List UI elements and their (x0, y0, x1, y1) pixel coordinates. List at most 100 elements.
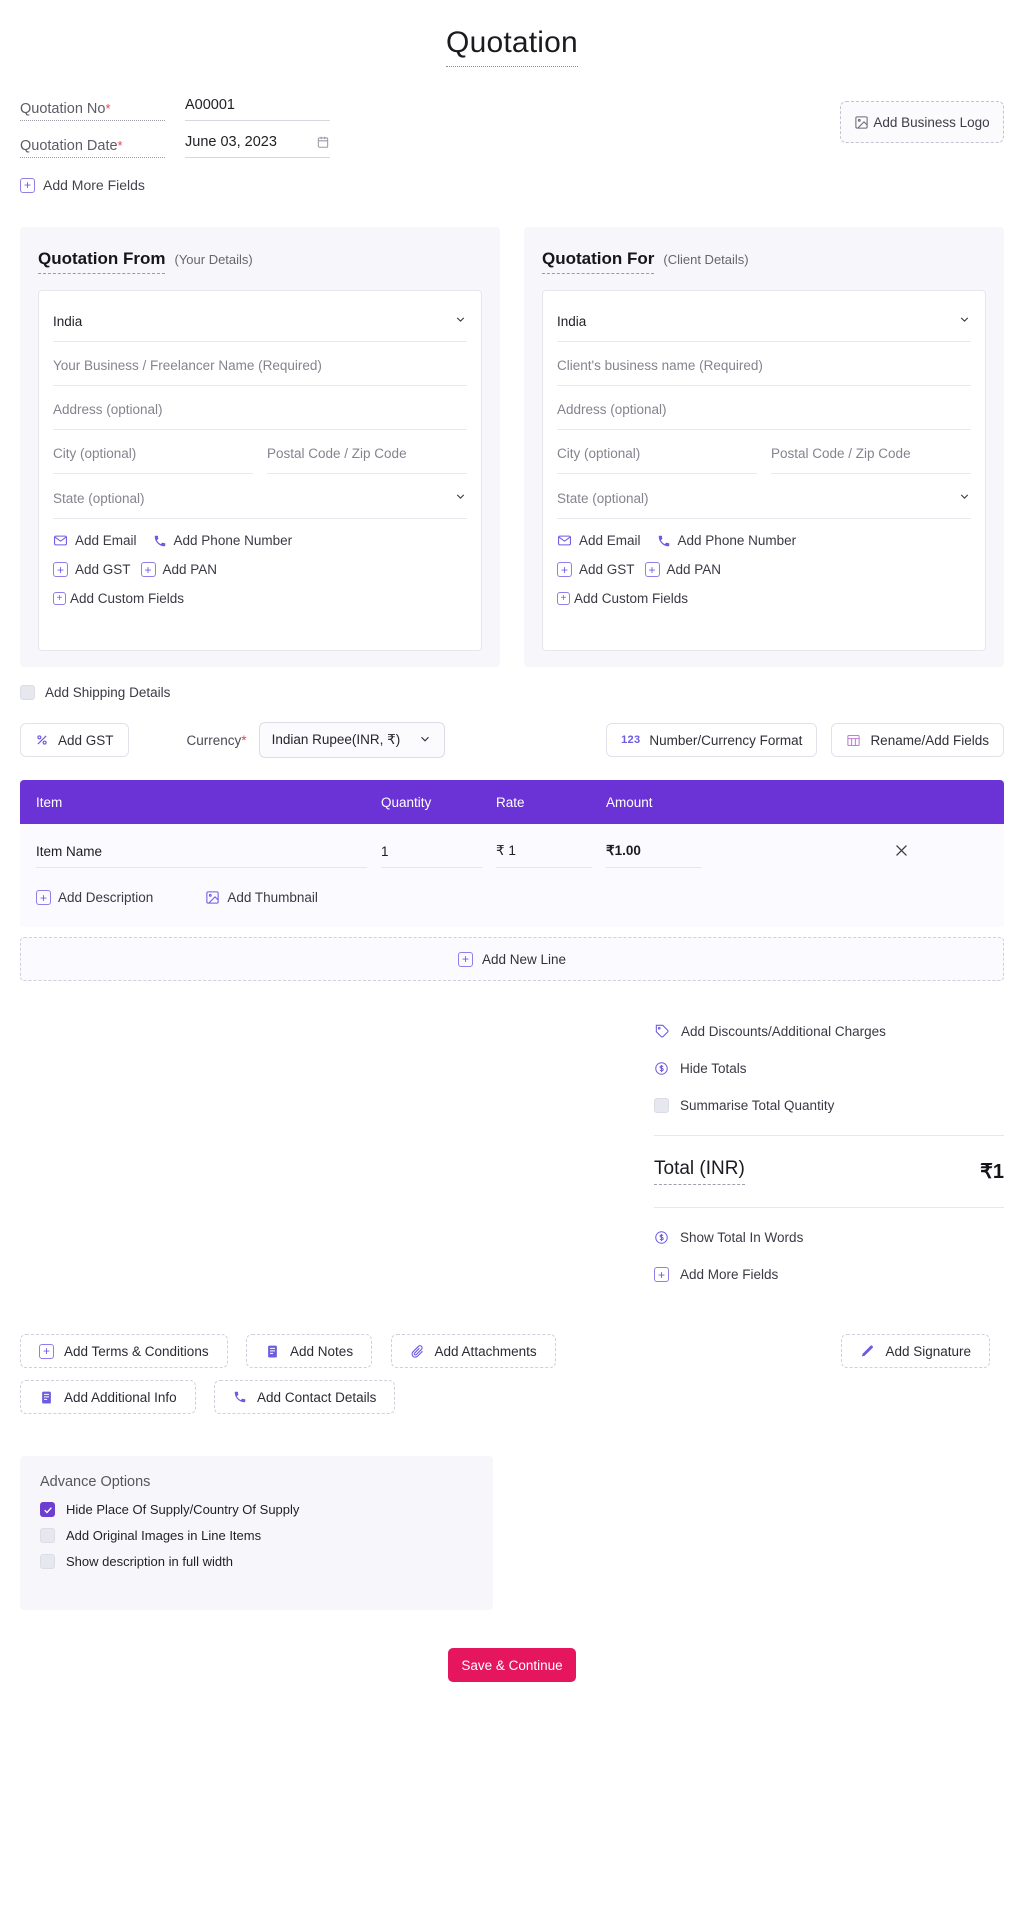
calendar-icon[interactable] (316, 135, 330, 149)
add-contact-details-label: Add Contact Details (257, 1389, 377, 1405)
quotation-from-title: Quotation From (38, 249, 166, 274)
add-thumbnail-button[interactable]: Add Thumbnail (205, 890, 318, 905)
add-notes-label: Add Notes (290, 1343, 354, 1359)
for-business-name-input[interactable]: Client's business name (Required) (557, 352, 971, 386)
advance-option-label: Hide Place Of Supply/Country Of Supply (66, 1502, 300, 1517)
add-signature-label: Add Signature (885, 1343, 971, 1359)
mail-icon (557, 533, 572, 548)
add-new-line-button[interactable]: + Add New Line (20, 937, 1004, 981)
notes-icon (39, 1390, 54, 1405)
currency-select[interactable]: Indian Rupee(INR, ₹) (258, 722, 445, 758)
quotation-page: Quotation Quotation No* A00001 Quotation… (0, 0, 1024, 1925)
add-terms-conditions-button[interactable]: + Add Terms & Conditions (20, 1334, 228, 1368)
quotation-no-input[interactable]: A00001 (185, 97, 330, 121)
advance-options-panel: Advance Options Hide Place Of Supply/Cou… (20, 1456, 493, 1610)
number-currency-format-button[interactable]: 123 Number/Currency Format (606, 723, 818, 757)
table-row: Item Name 1 ₹ 1 ₹1.00 (36, 842, 988, 868)
quotation-no-label-text: Quotation No (20, 101, 106, 117)
add-business-logo-button[interactable]: Add Business Logo (840, 101, 1004, 143)
from-state-select[interactable]: State (optional) (53, 484, 467, 519)
for-add-pan-button[interactable]: + Add PAN (644, 562, 721, 577)
row-delete-button[interactable] (716, 842, 988, 868)
from-add-phone-button[interactable]: Add Phone Number (153, 533, 292, 548)
row-item-input[interactable]: Item Name (36, 844, 367, 868)
for-address-input[interactable]: Address (optional) (557, 396, 971, 430)
row-rate-input[interactable]: ₹ 1 (496, 843, 592, 868)
total-row: Total (INR) ₹1 (654, 1136, 1004, 1203)
items-toolbar: Add GST Currency* Indian Rupee(INR, ₹) 1… (20, 722, 1004, 758)
from-city-input[interactable]: City (optional) (53, 440, 253, 474)
notes-icon (265, 1344, 280, 1359)
chevron-down-icon (454, 313, 467, 329)
phone-icon (657, 534, 671, 548)
from-country-select[interactable]: India (53, 307, 467, 342)
from-address-input[interactable]: Address (optional) (53, 396, 467, 430)
add-discounts-label: Add Discounts/Additional Charges (681, 1023, 886, 1039)
advance-option-checkbox[interactable] (40, 1502, 55, 1517)
chevron-down-icon (418, 732, 432, 749)
add-additional-info-label: Add Additional Info (64, 1389, 177, 1405)
save-and-continue-button[interactable]: Save & Continue (448, 1648, 576, 1682)
toolbar-right-group: 123 Number/Currency Format Rename/Add Fi… (606, 723, 1004, 757)
totals-add-more-fields-button[interactable]: + Add More Fields (654, 1267, 1004, 1282)
hide-totals-button[interactable]: Hide Totals (654, 1061, 1004, 1076)
add-shipping-details-row[interactable]: Add Shipping Details (20, 685, 1004, 700)
advance-option-add-original-images[interactable]: Add Original Images in Line Items (40, 1528, 473, 1543)
add-gst-label: Add GST (58, 732, 114, 748)
for-add-custom-fields-button[interactable]: + Add Custom Fields (557, 591, 688, 606)
for-postal-input[interactable]: Postal Code / Zip Code (771, 440, 971, 474)
from-contact-actions: Add Email Add Phone Number (53, 533, 467, 548)
column-header-amount: Amount (606, 794, 653, 810)
for-city-postal-row: City (optional) Postal Code / Zip Code (557, 440, 971, 484)
add-attachments-button[interactable]: Add Attachments (390, 1334, 556, 1368)
for-add-phone-button[interactable]: Add Phone Number (657, 533, 796, 548)
advance-option-hide-place-of-supply[interactable]: Hide Place Of Supply/Country Of Supply (40, 1502, 473, 1517)
shipping-checkbox[interactable] (20, 685, 35, 700)
from-business-name-input[interactable]: Your Business / Freelancer Name (Require… (53, 352, 467, 386)
for-business-name-placeholder: Client's business name (Required) (557, 358, 763, 373)
from-postal-input[interactable]: Postal Code / Zip Code (267, 440, 467, 474)
for-state-select[interactable]: State (optional) (557, 484, 971, 519)
summarise-total-quantity-row[interactable]: Summarise Total Quantity (654, 1098, 1004, 1113)
add-discounts-button[interactable]: Add Discounts/Additional Charges (654, 1023, 1004, 1039)
quotation-date-label-text: Quotation Date (20, 138, 118, 154)
currency-label: Currency* (187, 733, 247, 748)
advance-option-checkbox[interactable] (40, 1528, 55, 1543)
meta-add-more-fields-button[interactable]: + Add More Fields (20, 177, 145, 193)
currency-label-text: Currency (186, 732, 242, 748)
for-custom-fields-actions: + Add Custom Fields (557, 591, 971, 606)
pen-icon (860, 1344, 875, 1359)
show-total-in-words-button[interactable]: Show Total In Words (654, 1230, 1004, 1245)
add-gst-button[interactable]: Add GST (20, 723, 129, 757)
quotation-from-fields: India Your Business / Freelancer Name (R… (38, 290, 482, 651)
add-notes-button[interactable]: Add Notes (246, 1334, 373, 1368)
for-add-email-button[interactable]: Add Email (557, 533, 641, 548)
for-add-gst-button[interactable]: + Add GST (557, 562, 635, 577)
hide-totals-label: Hide Totals (680, 1061, 747, 1076)
from-postal-placeholder: Postal Code / Zip Code (267, 446, 407, 461)
advance-option-show-description-full-width[interactable]: Show description in full width (40, 1554, 473, 1569)
required-asterisk: * (117, 138, 123, 153)
quotation-no-value: A00001 (185, 97, 235, 113)
add-description-button[interactable]: + Add Description (36, 890, 153, 905)
quotation-date-input[interactable]: June 03, 2023 (185, 134, 330, 158)
advance-option-checkbox[interactable] (40, 1554, 55, 1569)
add-contact-details-button[interactable]: Add Contact Details (214, 1380, 396, 1414)
add-signature-button[interactable]: Add Signature (841, 1334, 990, 1368)
for-city-input[interactable]: City (optional) (557, 440, 757, 474)
from-add-gst-button[interactable]: + Add GST (53, 562, 131, 577)
from-add-pan-button[interactable]: + Add PAN (140, 562, 217, 577)
plus-icon: + (53, 592, 66, 605)
from-add-email-button[interactable]: Add Email (53, 533, 137, 548)
table-icon (846, 733, 861, 748)
summarise-total-quantity-checkbox[interactable] (654, 1098, 669, 1113)
add-additional-info-button[interactable]: Add Additional Info (20, 1380, 196, 1414)
items-table-body: Item Name 1 ₹ 1 ₹1.00 + Add Description (20, 824, 1004, 927)
for-country-select[interactable]: India (557, 307, 971, 342)
from-add-custom-fields-button[interactable]: + Add Custom Fields (53, 591, 184, 606)
row-quantity-input[interactable]: 1 (381, 844, 482, 868)
from-city-placeholder: City (optional) (53, 446, 137, 461)
from-country-value: India (53, 313, 83, 329)
rename-add-fields-button[interactable]: Rename/Add Fields (831, 723, 1004, 757)
for-tax-actions: + Add GST + Add PAN (557, 562, 971, 577)
